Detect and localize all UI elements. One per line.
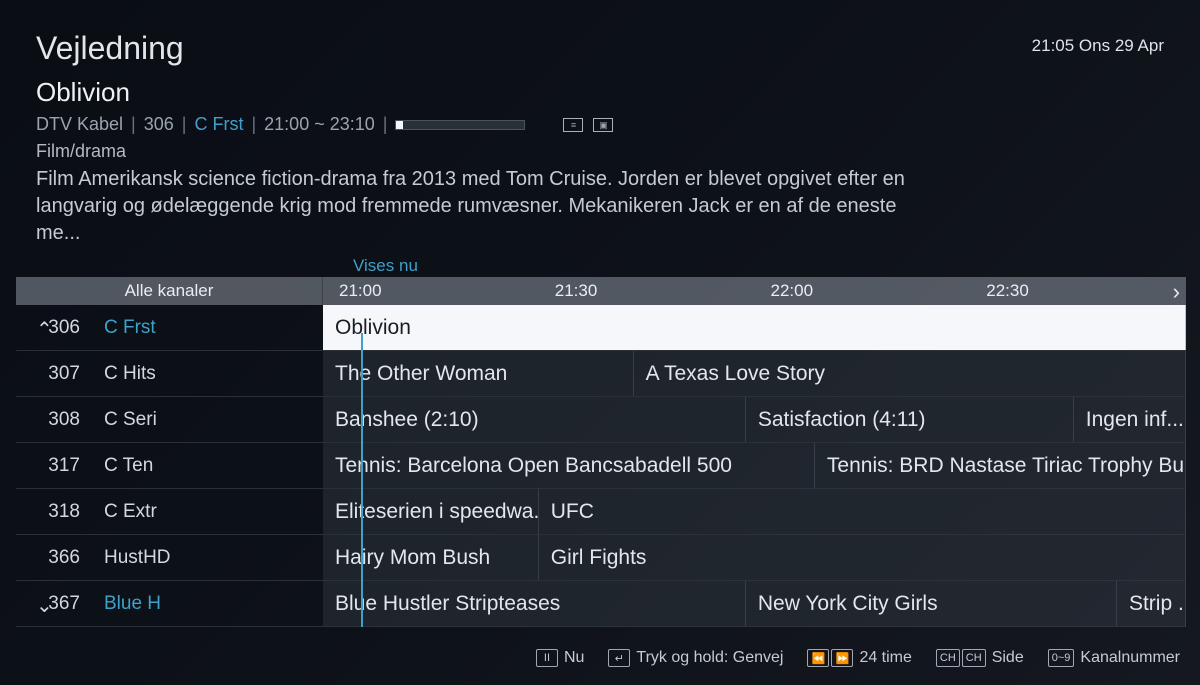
enter-icon: ↵: [608, 649, 630, 667]
divider: |: [182, 114, 187, 135]
channel-row[interactable]: 307 C Hits The Other Woman A Texas Love …: [16, 351, 1186, 397]
ch-down-icon: CH: [962, 649, 986, 667]
channel-name: Blue H: [104, 593, 161, 615]
channel-row[interactable]: ⌃ 306 C Frst Oblivion: [16, 305, 1186, 351]
channel-number: 307: [34, 363, 80, 385]
hint-now: II Nu: [536, 649, 584, 667]
channel-number: 308: [34, 409, 80, 431]
program-cell[interactable]: UFC: [539, 489, 1186, 534]
scroll-down-icon[interactable]: ⌄: [36, 593, 53, 618]
channel-name: C Frst: [194, 114, 243, 135]
forward-icon: ⏩: [831, 649, 853, 667]
channel-filter-header[interactable]: Alle kanaler: [16, 277, 323, 305]
ch-up-icon: CH: [936, 649, 960, 667]
channel-name: C Frst: [104, 317, 156, 339]
program-cell[interactable]: Hairy Mom Bush: [323, 535, 539, 580]
channel-name: HustHD: [104, 547, 171, 569]
program-cell[interactable]: Satisfaction (4:11): [746, 397, 1074, 442]
time-slot: 21:30: [539, 277, 755, 305]
channel-row[interactable]: 366 HustHD Hairy Mom Bush Girl Fights: [16, 535, 1186, 581]
time-range: 21:00 ~ 23:10: [264, 114, 375, 135]
program-cell[interactable]: Banshee (2:10): [323, 397, 746, 442]
rewind-icon: ⏪: [807, 649, 829, 667]
program-meta: DTV Kabel | 306 | C Frst | 21:00 ~ 23:10…: [36, 114, 1164, 135]
time-slot: 22:00: [755, 277, 971, 305]
hint-hours: ⏪ ⏩ 24 time: [807, 649, 911, 667]
now-showing-label: Vises nu: [353, 256, 418, 276]
channel-number: 306: [144, 114, 174, 135]
program-cell[interactable]: Strip ...: [1117, 581, 1186, 626]
channel-row[interactable]: 317 C Ten Tennis: Barcelona Open Bancsab…: [16, 443, 1186, 489]
progress-bar: [395, 120, 525, 130]
channel-row[interactable]: ⌄ 367 Blue H Blue Hustler Stripteases Ne…: [16, 581, 1186, 627]
program-description: Film Amerikansk science fiction-drama fr…: [36, 166, 946, 247]
hint-page: CH CH Side: [936, 649, 1024, 667]
program-genre: Film/drama: [36, 141, 1164, 162]
program-cell[interactable]: The Other Woman: [323, 351, 634, 396]
program-info-panel: Oblivion DTV Kabel | 306 | C Frst | 21:0…: [0, 77, 1200, 257]
program-cell[interactable]: Girl Fights: [539, 535, 1186, 580]
info-icon: ▣: [593, 118, 613, 132]
scroll-up-icon[interactable]: ⌃: [36, 317, 53, 342]
footer-hints: II Nu ↵ Tryk og hold: Genvej ⏪ ⏩ 24 time…: [0, 649, 1180, 667]
divider: |: [251, 114, 256, 135]
pause-icon: II: [536, 649, 558, 667]
channel-row[interactable]: 308 C Seri Banshee (2:10) Satisfaction (…: [16, 397, 1186, 443]
channel-name: C Seri: [104, 409, 157, 431]
numpad-icon: 0~9: [1048, 649, 1075, 667]
program-cell[interactable]: Blue Hustler Stripteases: [323, 581, 746, 626]
program-cell[interactable]: Tennis: Barcelona Open Bancsabadell 500: [323, 443, 815, 488]
program-cell[interactable]: Ingen inf...: [1074, 397, 1186, 442]
time-slot: 22:30: [970, 277, 1186, 305]
divider: |: [131, 114, 136, 135]
time-header-row: Alle kanaler 21:00 21:30 22:00 22:30 ›: [16, 277, 1186, 305]
source-label: DTV Kabel: [36, 114, 123, 135]
divider: |: [383, 114, 388, 135]
epg-grid: Alle kanaler 21:00 21:30 22:00 22:30 › ⌃…: [16, 277, 1186, 627]
program-title: Oblivion: [36, 77, 1164, 108]
program-cell[interactable]: A Texas Love Story: [634, 351, 1186, 396]
hint-channelnum: 0~9 Kanalnummer: [1048, 649, 1180, 667]
subtitle-icon: ≡: [563, 118, 583, 132]
channel-name: C Hits: [104, 363, 156, 385]
time-slot: 21:00: [323, 277, 539, 305]
program-cell[interactable]: Oblivion: [323, 305, 1186, 350]
channel-name: C Ten: [104, 455, 153, 477]
hint-shortcut: ↵ Tryk og hold: Genvej: [608, 649, 783, 667]
program-cell[interactable]: Tennis: BRD Nastase Tiriac Trophy Bu...: [815, 443, 1186, 488]
program-cell[interactable]: New York City Girls: [746, 581, 1117, 626]
channel-name: C Extr: [104, 501, 157, 523]
channel-row[interactable]: 318 C Extr Eliteserien i speedwa... UFC: [16, 489, 1186, 535]
channel-number: 366: [34, 547, 80, 569]
scroll-right-icon[interactable]: ›: [1173, 279, 1180, 305]
page-title: Vejledning: [36, 30, 184, 67]
channel-number: 317: [34, 455, 80, 477]
datetime: 21:05 Ons 29 Apr: [1032, 30, 1164, 56]
program-cell[interactable]: Eliteserien i speedwa...: [323, 489, 539, 534]
channel-number: 318: [34, 501, 80, 523]
